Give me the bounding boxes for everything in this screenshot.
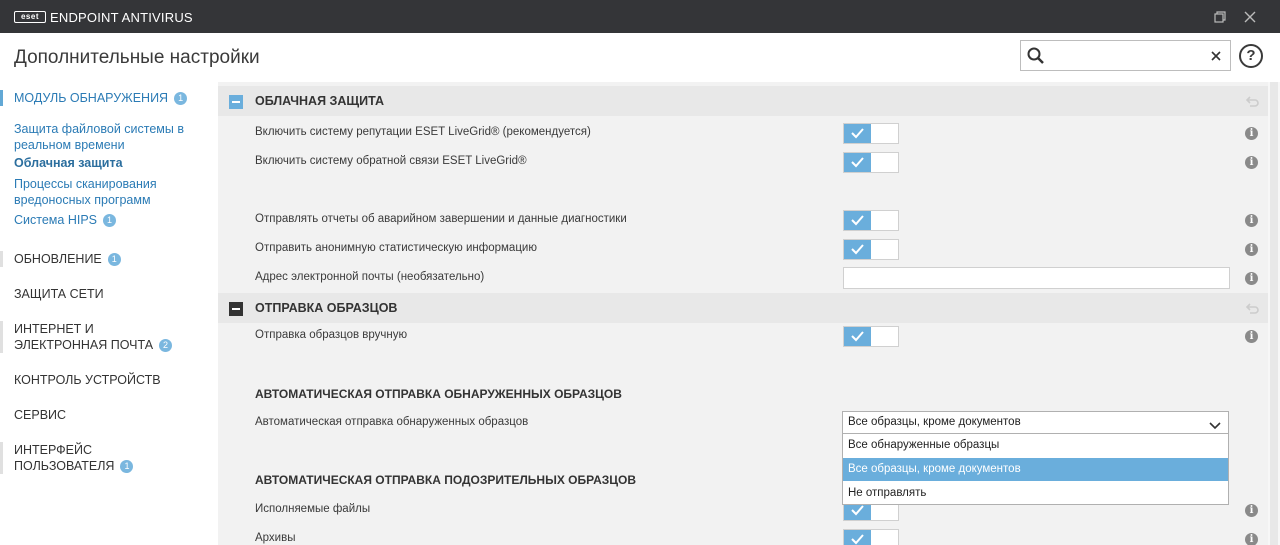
manual-submission-toggle[interactable] <box>843 326 899 347</box>
collapse-icon[interactable] <box>229 95 243 109</box>
revert-icon[interactable] <box>1245 95 1259 107</box>
archives-toggle[interactable] <box>843 529 899 545</box>
email-field[interactable] <box>843 267 1230 289</box>
sidebar-item-device-control[interactable]: КОНТРОЛЬ УСТРОЙСТВ <box>0 372 216 388</box>
notification-badge: 1 <box>174 92 188 105</box>
dropdown-option[interactable]: Не отправлять <box>843 482 1228 505</box>
scrollbar[interactable] <box>1268 82 1280 545</box>
anonymous-stats-toggle[interactable] <box>843 239 899 260</box>
sidebar-subitem-hips[interactable]: Система HIPS 1 <box>14 212 204 228</box>
sidebar-item-label: КОНТРОЛЬ УСТРОЙСТВ <box>14 373 161 387</box>
help-button[interactable]: ? <box>1239 44 1263 68</box>
setting-row: Включить систему обратной связи ESET Liv… <box>218 148 1268 177</box>
sidebar-item-user-interface[interactable]: ИНТЕРФЕЙС ПОЛЬЗОВАТЕЛЯ 1 <box>0 442 150 474</box>
sidebar-subitem-realtime[interactable]: Защита файловой системы в реальном време… <box>14 121 204 153</box>
setting-label: Автоматическая отправка обнаруженных обр… <box>255 416 529 428</box>
search-input[interactable] <box>1049 45 1199 67</box>
revert-icon[interactable] <box>1245 302 1259 314</box>
sidebar-item-label: ОБНОВЛЕНИЕ <box>14 252 102 266</box>
page-title: Дополнительные настройки <box>14 47 260 68</box>
info-icon[interactable]: i <box>1245 243 1258 256</box>
notification-badge: 1 <box>107 253 121 266</box>
collapse-icon[interactable] <box>229 302 243 316</box>
info-icon[interactable]: i <box>1245 533 1258 545</box>
restore-icon[interactable] <box>1211 8 1229 26</box>
section-header-samples[interactable]: ОТПРАВКА ОБРАЗЦОВ <box>218 293 1268 323</box>
sidebar-subitem-cloud[interactable]: Облачная защита <box>14 155 204 171</box>
info-icon[interactable]: i <box>1245 330 1258 343</box>
setting-label: Отправить анонимную статистическую инфор… <box>255 242 537 254</box>
chevron-down-icon <box>1209 418 1221 430</box>
dropdown-option[interactable]: Все обнаруженные образцы <box>843 434 1228 457</box>
close-icon[interactable] <box>1241 8 1259 26</box>
setting-row: Включить систему репутации ESET LiveGrid… <box>218 119 1268 148</box>
search-icon <box>1026 46 1046 66</box>
detected-samples-dropdown: Все обнаруженные образцы Все образцы, кр… <box>842 433 1229 505</box>
sidebar-item-label: СЕРВИС <box>14 408 67 422</box>
section-title: ОБЛАЧНАЯ ЗАЩИТА <box>255 94 384 108</box>
setting-label: Включить систему репутации ESET LiveGrid… <box>255 126 591 138</box>
setting-label: Отправка образцов вручную <box>255 329 408 341</box>
select-value: Все образцы, кроме документов <box>848 416 1021 428</box>
sidebar: МОДУЛЬ ОБНАРУЖЕНИЯ 1 Защита файловой сист… <box>0 82 218 545</box>
setting-label: Включить систему обратной связи ESET Liv… <box>255 155 527 167</box>
notification-badge: 1 <box>103 214 116 227</box>
sidebar-item-label: Система HIPS <box>14 213 97 227</box>
subsection-heading: АВТОМАТИЧЕСКАЯ ОТПРАВКА ОБНАРУЖЕННЫХ ОБР… <box>255 387 622 401</box>
sidebar-item-label: МОДУЛЬ ОБНАРУЖЕНИЯ <box>14 91 169 105</box>
sidebar-item-label: ИНТЕРНЕТ И ЭЛЕКТРОННАЯ ПОЧТА <box>14 322 154 352</box>
info-icon[interactable]: i <box>1245 214 1258 227</box>
sidebar-item-label: ЗАЩИТА СЕТИ <box>14 287 104 301</box>
setting-label: Адрес электронной почты (необязательно) <box>255 271 485 283</box>
setting-label: Отправлять отчеты об аварийном завершени… <box>255 213 627 225</box>
sidebar-item-detection-engine[interactable]: МОДУЛЬ ОБНАРУЖЕНИЯ 1 <box>0 90 216 106</box>
livegrid-feedback-toggle[interactable] <box>843 152 899 173</box>
section-header-cloud[interactable]: ОБЛАЧНАЯ ЗАЩИТА <box>218 86 1268 116</box>
title-bar: eset ENDPOINT ANTIVIRUS <box>0 0 1280 33</box>
dropdown-option-selected[interactable]: Все образцы, кроме документов <box>843 458 1228 481</box>
setting-row: Отправка образцов вручную i <box>218 322 1268 351</box>
sidebar-item-network[interactable]: ЗАЩИТА СЕТИ <box>0 286 216 302</box>
setting-row: Архивы i <box>218 525 1268 545</box>
sidebar-item-label: ИНТЕРФЕЙС ПОЛЬЗОВАТЕЛЯ <box>14 443 115 473</box>
sidebar-item-update[interactable]: ОБНОВЛЕНИЕ 1 <box>0 251 216 267</box>
search-box[interactable] <box>1020 40 1231 71</box>
scrollbar-thumb[interactable] <box>1270 82 1278 545</box>
eset-logo: eset <box>14 11 46 23</box>
info-icon[interactable]: i <box>1245 156 1258 169</box>
info-icon[interactable]: i <box>1245 127 1258 140</box>
sidebar-item-tools[interactable]: СЕРВИС <box>0 407 216 423</box>
setting-label: Архивы <box>255 532 296 544</box>
sidebar-subitem-malware-scans[interactable]: Процессы сканирования вредоносных програ… <box>14 176 204 208</box>
app-title: ENDPOINT ANTIVIRUS <box>50 10 193 25</box>
setting-row: Отправлять отчеты об аварийном завершени… <box>218 206 1268 235</box>
setting-label: Исполняемые файлы <box>255 503 371 515</box>
section-title: ОТПРАВКА ОБРАЗЦОВ <box>255 301 398 315</box>
notification-badge: 1 <box>120 460 134 473</box>
info-icon[interactable]: i <box>1245 504 1258 517</box>
clear-search-icon[interactable] <box>1207 47 1225 65</box>
sidebar-item-web-email[interactable]: ИНТЕРНЕТ И ЭЛЕКТРОННАЯ ПОЧТА 2 <box>0 321 190 353</box>
crash-reports-toggle[interactable] <box>843 210 899 231</box>
detected-samples-select[interactable]: Все образцы, кроме документов <box>842 411 1229 434</box>
livegrid-reputation-toggle[interactable] <box>843 123 899 144</box>
notification-badge: 2 <box>159 339 173 352</box>
setting-row: Отправить анонимную статистическую инфор… <box>218 235 1268 264</box>
setting-row: Адрес электронной почты (необязательно) … <box>218 264 1268 293</box>
info-icon[interactable]: i <box>1245 272 1258 285</box>
subsection-heading: АВТОМАТИЧЕСКАЯ ОТПРАВКА ПОДОЗРИТЕЛЬНЫХ О… <box>255 473 637 487</box>
